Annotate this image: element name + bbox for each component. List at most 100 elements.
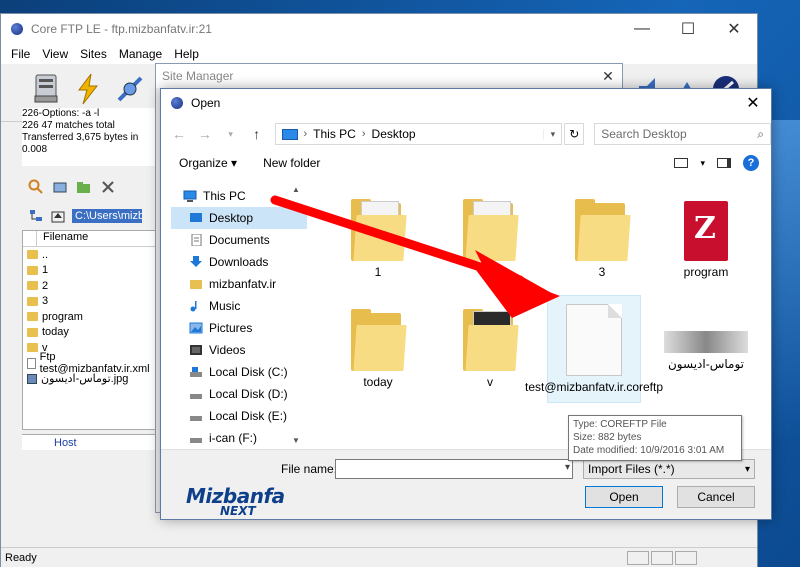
column-filename[interactable]: Filename	[37, 231, 161, 246]
file-tile[interactable]: 2	[443, 189, 537, 297]
folder-icon	[575, 199, 631, 261]
column-checkbox[interactable]	[23, 231, 37, 246]
site-manager-icon[interactable]	[29, 72, 63, 106]
file-tile[interactable]: Z program	[659, 189, 753, 297]
minimize-button[interactable]: —	[619, 14, 665, 44]
file-name-input[interactable]: ▾	[335, 459, 573, 479]
search-input[interactable]: Search Desktop ⌕	[594, 123, 771, 145]
preview-pane-icon[interactable]	[717, 158, 731, 168]
site-manager-title: Site Manager	[162, 69, 234, 83]
folder-icon	[190, 280, 202, 289]
breadcrumb-desktop[interactable]: Desktop	[372, 127, 416, 141]
recent-locations-icon[interactable]: ▾	[223, 129, 239, 140]
menu-manage[interactable]: Manage	[113, 47, 168, 61]
desktop-icon	[190, 213, 202, 222]
search-icon[interactable]	[28, 179, 44, 195]
nav-item-mizbanfatv[interactable]: mizbanfatv.ir	[171, 273, 307, 295]
nav-item-i-can-f[interactable]: i-can (F:)	[171, 427, 307, 447]
nav-item-local-disk-d[interactable]: Local Disk (D:)	[171, 383, 307, 405]
file-tile[interactable]: توماس-ادیسون	[659, 299, 753, 407]
file-list-header: Filename	[23, 231, 161, 247]
breadcrumb-this-pc[interactable]: This PC	[313, 127, 356, 141]
file-tile[interactable]: today	[331, 299, 425, 407]
open-dialog-titlebar: Open ✕	[161, 89, 771, 117]
chevron-down-icon[interactable]: ▾	[700, 158, 705, 169]
folder-icon	[27, 296, 38, 306]
site-manager-close-button[interactable]: ✕	[594, 68, 622, 85]
scroll-down-icon[interactable]: ▼	[289, 436, 303, 445]
nav-item-downloads[interactable]: Downloads	[171, 251, 307, 273]
drive-icon	[190, 394, 202, 399]
menu-view[interactable]: View	[36, 47, 74, 61]
chevron-down-icon[interactable]: ▾	[543, 128, 561, 140]
up-arrow-icon[interactable]: ↑	[249, 126, 265, 142]
list-item[interactable]: Ftp test@mizbanfatv.ir.xml	[23, 351, 161, 375]
tree-icon[interactable]	[28, 208, 44, 224]
file-type-select[interactable]: Import Files (*.*) ▾	[583, 459, 755, 479]
list-item[interactable]: ..	[23, 247, 161, 263]
main-window-title: Core FTP LE - ftp.mizbanfatv.ir:21	[31, 22, 212, 36]
new-folder-icon[interactable]	[76, 179, 92, 195]
open-button[interactable]: Open	[585, 486, 663, 508]
parent-folder-icon[interactable]	[50, 208, 66, 224]
list-item[interactable]: 1	[23, 263, 161, 279]
folder-icon	[27, 343, 38, 353]
downloads-icon	[190, 256, 202, 267]
file-tile[interactable]: 1	[331, 189, 425, 297]
file-tile[interactable]: 3	[555, 189, 649, 297]
nav-item-desktop[interactable]: Desktop	[171, 207, 307, 229]
main-titlebar: Core FTP LE - ftp.mizbanfatv.ir:21 — ☐ ✕	[1, 14, 757, 44]
chevron-down-icon[interactable]: ▾	[565, 462, 570, 473]
local-path-row: C:\Users\mizbanfatv	[22, 202, 162, 230]
list-item[interactable]: program	[23, 309, 161, 325]
view-icon[interactable]	[52, 179, 68, 195]
tooltip-line: Type: COREFTP File	[573, 419, 667, 430]
local-toolbar	[22, 172, 162, 202]
nav-pane-scrollbar[interactable]: ▲ ▼	[289, 185, 303, 447]
refresh-icon[interactable]: ↻	[564, 123, 585, 145]
nav-item-local-disk-e[interactable]: Local Disk (E:)	[171, 405, 307, 427]
list-item[interactable]: 2	[23, 278, 161, 294]
nav-item-this-pc[interactable]: This PC	[171, 185, 307, 207]
list-item[interactable]: today	[23, 325, 161, 341]
nav-item-videos[interactable]: Videos	[171, 339, 307, 361]
organize-button[interactable]: Organize ▾	[179, 156, 237, 170]
file-tile-selected[interactable]: test@mizbanfatv.ir.coreftp	[525, 295, 663, 403]
nav-item-local-disk-c[interactable]: Local Disk (C:)	[171, 361, 307, 383]
list-item[interactable]: 3	[23, 294, 161, 310]
maximize-button[interactable]: ☐	[665, 14, 711, 44]
back-arrow-icon[interactable]: ←	[171, 126, 187, 142]
nav-item-pictures[interactable]: Pictures	[171, 317, 307, 339]
nav-item-music[interactable]: Music	[171, 295, 307, 317]
address-bar[interactable]: › This PC › Desktop ▾	[274, 123, 563, 145]
host-column-header[interactable]: Host	[22, 434, 162, 450]
local-path-field[interactable]: C:\Users\mizbanfatv	[72, 209, 142, 223]
menu-sites[interactable]: Sites	[74, 47, 113, 61]
change-view-icon[interactable]	[674, 158, 689, 168]
close-button[interactable]: ✕	[711, 14, 757, 44]
chevron-right-icon[interactable]: ›	[304, 128, 308, 140]
quick-connect-icon[interactable]	[71, 72, 105, 106]
drive-icon	[190, 367, 202, 377]
open-dialog-close-button[interactable]: ✕	[735, 93, 771, 113]
cancel-button[interactable]: Cancel	[677, 486, 755, 508]
menu-help[interactable]: Help	[168, 47, 205, 61]
forward-arrow-icon[interactable]: →	[197, 126, 213, 142]
document-icon	[566, 304, 622, 376]
file-tile[interactable]: v	[443, 299, 537, 407]
chevron-right-icon[interactable]: ›	[362, 128, 366, 140]
nav-item-documents[interactable]: Documents	[171, 229, 307, 251]
help-icon[interactable]: ?	[743, 155, 759, 171]
menu-file[interactable]: File	[5, 47, 36, 61]
new-folder-button[interactable]: New folder	[263, 156, 320, 170]
open-dialog-navbar: ← → ▾ ↑ › This PC › Desktop ▾ ↻ Search D…	[161, 117, 771, 151]
menu-bar: File View Sites Manage Help	[1, 44, 757, 64]
delete-icon[interactable]	[100, 179, 116, 195]
log-line: 226-Options: -a -l	[22, 108, 100, 119]
core-ftp-logo-icon	[11, 23, 23, 35]
connect-plug-icon[interactable]	[113, 72, 147, 106]
site-manager-titlebar: Site Manager ✕	[156, 64, 622, 88]
folder-icon	[27, 281, 38, 291]
scroll-up-icon[interactable]: ▲	[289, 185, 303, 194]
folder-icon	[351, 309, 407, 371]
